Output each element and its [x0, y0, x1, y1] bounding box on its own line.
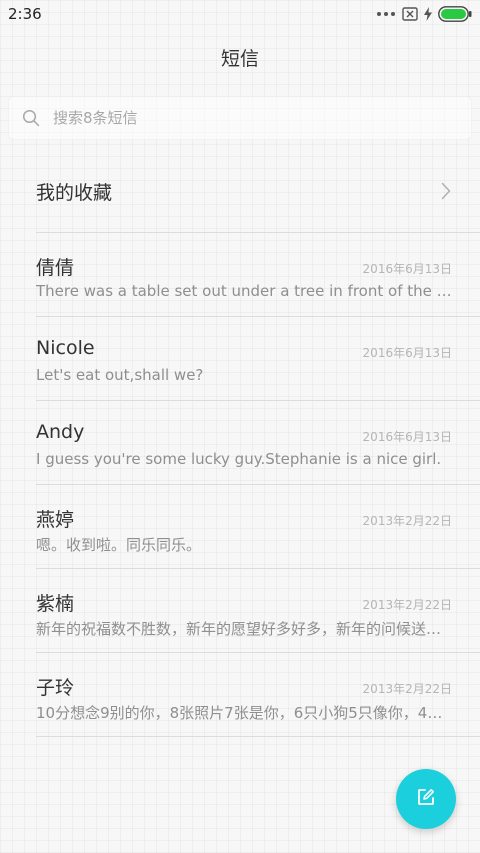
- message-date: 2013年2月22日: [362, 682, 452, 696]
- message-date: 2016年6月13日: [362, 346, 452, 360]
- message-list: 倩倩 2016年6月13日 There was a table set out …: [0, 233, 480, 737]
- page-title: 短信: [220, 48, 259, 70]
- message-item[interactable]: Andy 2016年6月13日 I guess you're some luck…: [0, 401, 480, 485]
- search-input[interactable]: [53, 105, 453, 131]
- message-date: 2013年2月22日: [362, 598, 452, 612]
- chevron-right-icon: [441, 182, 451, 204]
- message-item[interactable]: 燕婷 2013年2月22日 嗯。收到啦。同乐同乐。: [0, 485, 480, 569]
- message-date: 2013年2月22日: [362, 514, 452, 528]
- message-sender: Andy: [36, 421, 85, 443]
- battery-icon: [438, 6, 472, 22]
- message-preview: 10分想念9别的你，8张照片7张是你，6只小狗5只像你，4季都想你: [36, 704, 452, 722]
- status-bar: 2:36: [0, 0, 480, 28]
- message-preview: Let's eat out,shall we?: [36, 366, 204, 384]
- no-sim-icon: [402, 7, 418, 21]
- search-icon: [22, 109, 40, 131]
- favorites-row[interactable]: 我的收藏: [0, 152, 480, 232]
- message-item[interactable]: 紫楠 2013年2月22日 新年的祝福数不胜数，新年的愿望好多好多，新年的问候送…: [0, 569, 480, 653]
- message-sender: 燕婷: [36, 509, 75, 531]
- message-item[interactable]: Nicole 2016年6月13日 Let's eat out,shall we…: [0, 317, 480, 401]
- message-sender: Nicole: [36, 337, 95, 359]
- message-item[interactable]: 倩倩 2016年6月13日 There was a table set out …: [0, 233, 480, 317]
- compose-button[interactable]: [396, 769, 456, 829]
- message-sender: 倩倩: [36, 257, 75, 279]
- message-preview: 新年的祝福数不胜数，新年的愿望好多好多，新年的问候送给你: [36, 620, 452, 638]
- status-time: 2:36: [8, 5, 42, 23]
- message-date: 2016年6月13日: [362, 262, 452, 276]
- more-dots-icon: [376, 11, 396, 17]
- message-preview: 嗯。收到啦。同乐同乐。: [36, 536, 202, 554]
- compose-icon: [416, 787, 436, 811]
- search-box[interactable]: [8, 96, 472, 140]
- message-sender: 子玲: [36, 677, 75, 699]
- message-sender: 紫楠: [36, 593, 75, 615]
- message-item[interactable]: 子玲 2013年2月22日 10分想念9别的你，8张照片7张是你，6只小狗5只像…: [0, 653, 480, 737]
- charging-icon: [424, 7, 432, 21]
- message-preview: There was a table set out under a tree i…: [36, 282, 452, 300]
- status-icons: [376, 6, 472, 22]
- message-preview: I guess you're some lucky guy.Stephanie …: [36, 450, 442, 468]
- message-date: 2016年6月13日: [362, 430, 452, 444]
- favorites-label: 我的收藏: [36, 182, 113, 204]
